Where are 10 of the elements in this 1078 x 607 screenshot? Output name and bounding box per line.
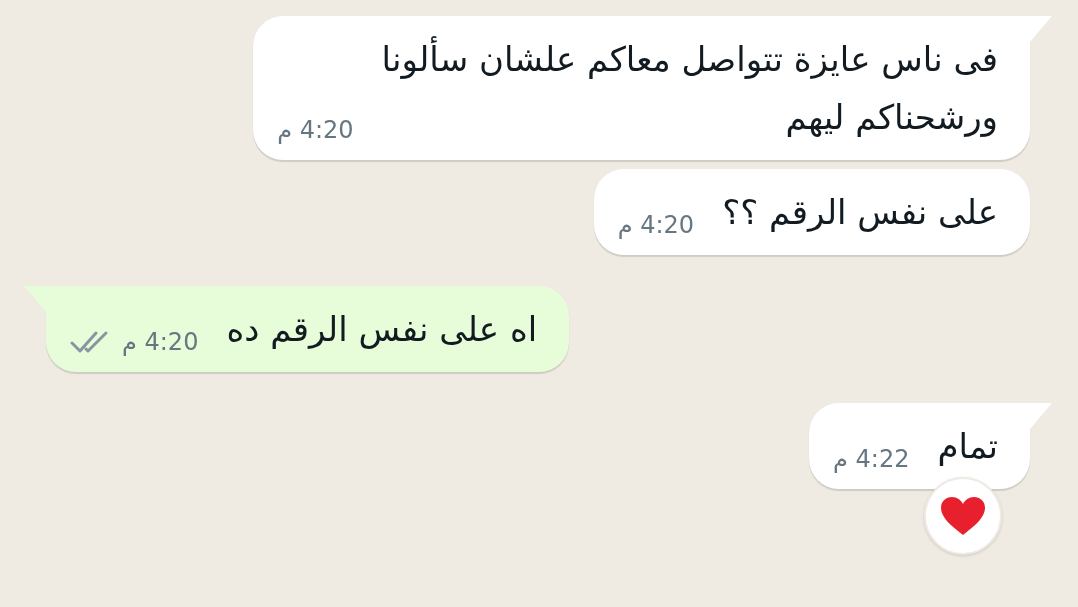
heart-icon bbox=[940, 496, 986, 536]
message-time: 4:22 م bbox=[833, 445, 910, 473]
reaction-badge[interactable] bbox=[924, 477, 1002, 555]
message-time: 4:20 م bbox=[617, 211, 695, 239]
message-text: على نفس الرقم ؟؟ bbox=[722, 191, 998, 234]
message-time: 4:20 م bbox=[122, 328, 199, 356]
message-time: 4:20 م bbox=[277, 116, 354, 144]
message-text: فى ناس عايزة تتواصل معاكم علشان سألونا ورشحناكم ليهم bbox=[381, 30, 998, 146]
message-text: اه على نفس الرقم ده bbox=[226, 308, 538, 351]
message-text: تمام bbox=[937, 425, 998, 468]
